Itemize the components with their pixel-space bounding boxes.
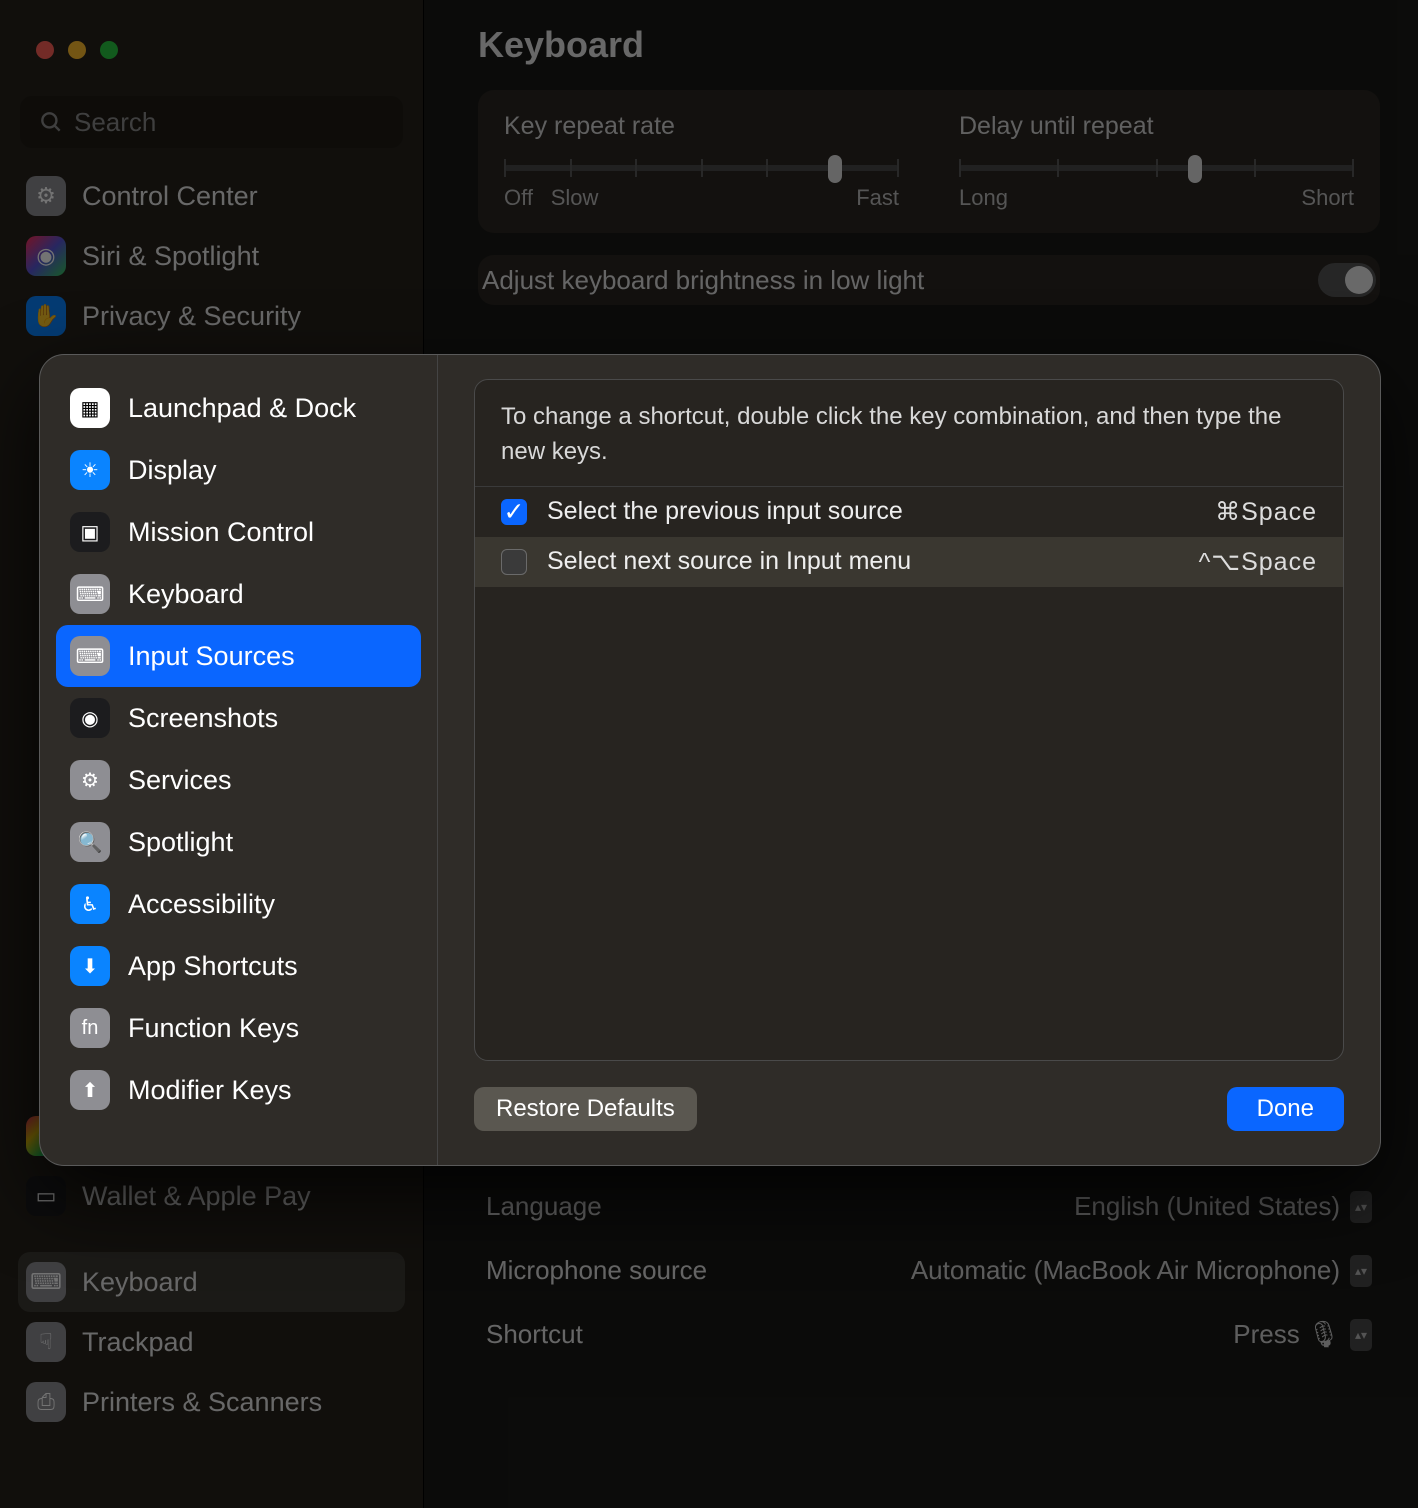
modifier-keys-icon: ⬆ bbox=[70, 1070, 110, 1110]
category-label: Spotlight bbox=[128, 827, 233, 858]
shortcut-panel: To change a shortcut, double click the k… bbox=[474, 379, 1344, 1061]
spotlight-icon: 🔍 bbox=[70, 822, 110, 862]
shortcut-key: ^⌥Space bbox=[1199, 547, 1317, 577]
accessibility-icon: ♿︎ bbox=[70, 884, 110, 924]
category-services[interactable]: ⚙ Services bbox=[56, 749, 421, 811]
shortcut-name: Select next source in Input menu bbox=[547, 547, 1179, 576]
shortcut-checkbox[interactable]: ✓ bbox=[501, 499, 527, 525]
app-shortcuts-icon: ⬇ bbox=[70, 946, 110, 986]
category-label: Function Keys bbox=[128, 1013, 299, 1044]
category-modifier-keys[interactable]: ⬆ Modifier Keys bbox=[56, 1059, 421, 1121]
services-icon: ⚙ bbox=[70, 760, 110, 800]
restore-defaults-button[interactable]: Restore Defaults bbox=[474, 1087, 697, 1131]
category-label: Modifier Keys bbox=[128, 1075, 292, 1106]
done-button[interactable]: Done bbox=[1227, 1087, 1344, 1131]
display-icon: ☀ bbox=[70, 450, 110, 490]
category-input-sources[interactable]: ⌨︎ Input Sources bbox=[56, 625, 421, 687]
shortcut-name: Select the previous input source bbox=[547, 497, 1195, 526]
shortcut-help-text: To change a shortcut, double click the k… bbox=[475, 380, 1343, 487]
category-label: Services bbox=[128, 765, 232, 796]
category-label: Screenshots bbox=[128, 703, 278, 734]
category-label: Accessibility bbox=[128, 889, 275, 920]
category-label: Mission Control bbox=[128, 517, 314, 548]
category-label: Keyboard bbox=[128, 579, 244, 610]
function-keys-icon: fn bbox=[70, 1008, 110, 1048]
category-screenshots[interactable]: ◉ Screenshots bbox=[56, 687, 421, 749]
category-function-keys[interactable]: fn Function Keys bbox=[56, 997, 421, 1059]
category-spotlight[interactable]: 🔍 Spotlight bbox=[56, 811, 421, 873]
category-mission-control[interactable]: ▣ Mission Control bbox=[56, 501, 421, 563]
category-keyboard[interactable]: ⌨︎ Keyboard bbox=[56, 563, 421, 625]
category-launchpad-dock[interactable]: ▦ Launchpad & Dock bbox=[56, 377, 421, 439]
category-display[interactable]: ☀ Display bbox=[56, 439, 421, 501]
category-label: Launchpad & Dock bbox=[128, 393, 356, 424]
shortcut-row[interactable]: Select next source in Input menu ^⌥Space bbox=[475, 537, 1343, 587]
category-label: Display bbox=[128, 455, 217, 486]
launchpad-dock-icon: ▦ bbox=[70, 388, 110, 428]
keyboard-shortcuts-sheet: ▦ Launchpad & Dock ☀ Display ▣ Mission Contro… bbox=[40, 355, 1380, 1165]
shortcut-row[interactable]: ✓ Select the previous input source ⌘Space bbox=[475, 487, 1343, 537]
mission-control-icon: ▣ bbox=[70, 512, 110, 552]
category-label: App Shortcuts bbox=[128, 951, 298, 982]
shortcut-checkbox[interactable] bbox=[501, 549, 527, 575]
category-app-shortcuts[interactable]: ⬇ App Shortcuts bbox=[56, 935, 421, 997]
shortcut-key: ⌘Space bbox=[1215, 497, 1317, 527]
screenshots-icon: ◉ bbox=[70, 698, 110, 738]
category-label: Input Sources bbox=[128, 641, 295, 672]
shortcut-category-list: ▦ Launchpad & Dock ☀ Display ▣ Mission Contro… bbox=[40, 355, 438, 1165]
input-sources-icon: ⌨︎ bbox=[70, 636, 110, 676]
keyboard-icon: ⌨︎ bbox=[70, 574, 110, 614]
category-accessibility[interactable]: ♿︎ Accessibility bbox=[56, 873, 421, 935]
